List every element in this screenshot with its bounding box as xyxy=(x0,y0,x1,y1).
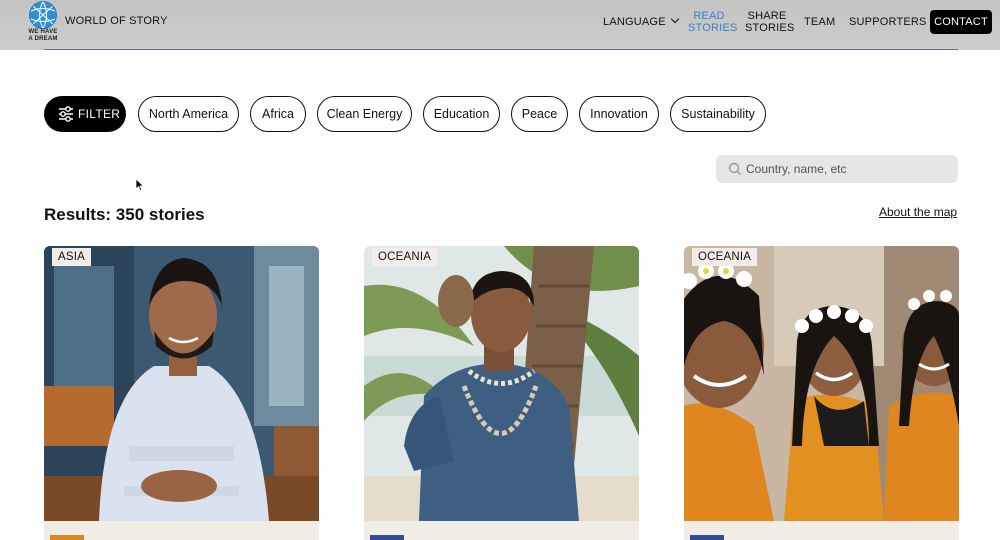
sliders-icon xyxy=(59,106,73,122)
nav-team[interactable]: TEAM xyxy=(804,16,835,28)
logo[interactable]: WE HAVE A DREAM xyxy=(26,0,60,44)
region-tag: OCEANIA xyxy=(692,248,758,266)
mouse-cursor-icon xyxy=(135,178,145,192)
logo-text: WE HAVE A DREAM xyxy=(28,29,58,42)
search-input[interactable] xyxy=(746,159,946,179)
story-card[interactable]: OCEANIA xyxy=(684,246,959,540)
region-tag: OCEANIA xyxy=(372,248,438,266)
results-count: Results: 350 stories xyxy=(44,205,205,224)
header-divider xyxy=(44,49,958,50)
contact-button[interactable]: CONTACT xyxy=(930,10,992,34)
chip-innovation[interactable]: Innovation xyxy=(579,96,659,132)
nav-supporters[interactable]: SUPPORTERS xyxy=(849,16,927,28)
nav-read-stories[interactable]: READ STORIES xyxy=(688,10,737,34)
story-photo xyxy=(44,246,319,521)
flag-icon xyxy=(690,535,724,540)
about-the-map-link[interactable]: About the map xyxy=(879,205,957,219)
region-tag: ASIA xyxy=(52,248,92,266)
chip-north-america[interactable]: North America xyxy=(138,96,239,132)
globe-icon xyxy=(29,1,57,29)
chip-peace[interactable]: Peace xyxy=(511,96,568,132)
card-footer xyxy=(364,521,639,540)
story-card[interactable]: OCEANIA xyxy=(364,246,639,540)
story-card[interactable]: ASIA xyxy=(44,246,319,540)
nav-share-stories[interactable]: SHARE STORIES xyxy=(745,10,794,34)
chip-education[interactable]: Education xyxy=(423,96,500,132)
search-box[interactable] xyxy=(716,155,958,183)
chip-clean-energy[interactable]: Clean Energy xyxy=(317,96,412,132)
chevron-down-icon xyxy=(670,14,679,24)
chip-africa[interactable]: Africa xyxy=(250,96,306,132)
flag-icon xyxy=(50,535,84,540)
flag-icon xyxy=(370,535,404,540)
nav-language-label: LANGUAGE xyxy=(603,16,666,28)
story-photo xyxy=(684,246,959,521)
filter-button[interactable]: FILTER xyxy=(44,96,126,132)
filter-label: FILTER xyxy=(78,107,121,121)
card-footer xyxy=(684,521,959,540)
chip-sustainability[interactable]: Sustainability xyxy=(670,96,766,132)
card-footer xyxy=(44,521,319,540)
nav-language[interactable]: LANGUAGE xyxy=(603,14,679,28)
search-icon xyxy=(728,162,742,176)
site-header: WE HAVE A DREAM WORLD OF STORY LANGUAGE … xyxy=(0,0,1000,50)
site-title[interactable]: WORLD OF STORY xyxy=(65,15,168,27)
story-photo xyxy=(364,246,639,521)
